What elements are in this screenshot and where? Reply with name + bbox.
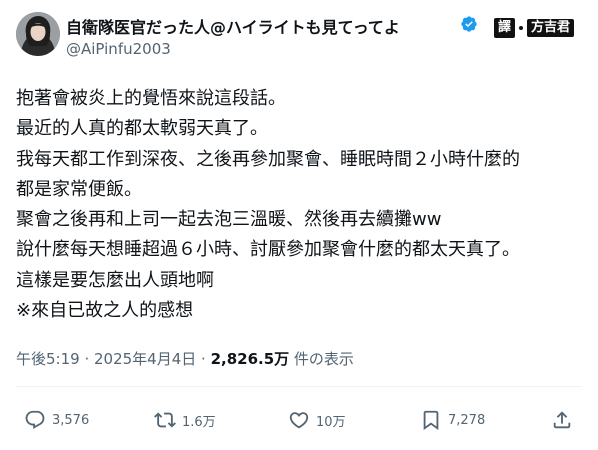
bookmark-button[interactable]: 7,278: [420, 404, 485, 436]
tweet-line: 都是家常便飯。: [16, 178, 142, 200]
tweet-line: 聚會之後再和上司一起去泡三溫暖、然後再去續攤ww: [16, 209, 442, 231]
action-bar: 3,576 1.6万 10万 7,278: [0, 404, 598, 436]
tweet-metadata: 午後5:19 · 2025年4月4日 · 2,826.5万 件の表示: [16, 348, 354, 369]
watermark-name: 方吉君: [527, 19, 575, 37]
avatar[interactable]: [16, 12, 60, 56]
tweet-line: ※來自已故之人的感想: [16, 300, 194, 322]
like-button[interactable]: 10万: [288, 404, 346, 436]
watermark-separator: [517, 24, 525, 32]
views-count: 2,826.5万: [210, 350, 290, 368]
divider: [16, 386, 582, 387]
tweet-line: 說什麼每天想睡超過６小時、討厭參加聚會什麼的都太天真了。: [16, 239, 520, 261]
author-handle[interactable]: @AiPinfu2003: [66, 40, 171, 58]
bookmark-count: 7,278: [448, 412, 486, 428]
tweet-line: 這樣是要怎麼出人頭地啊: [16, 269, 214, 291]
reply-icon: [25, 410, 45, 429]
bookmark-icon: [423, 410, 439, 431]
views-label: 件の表示: [289, 350, 354, 368]
like-count: 10万: [316, 414, 346, 430]
tweet-line: 最近的人真的都太軟弱天真了。: [16, 118, 268, 140]
reply-button[interactable]: 3,576: [24, 404, 89, 436]
reply-count: 3,576: [52, 412, 90, 428]
retweet-count: 1.6万: [182, 414, 216, 430]
tweet-text: 抱著會被炎上的覺悟來說這段話。 最近的人真的都太軟弱天真了。 我每天都工作到深夜…: [16, 84, 586, 326]
share-button[interactable]: [551, 404, 573, 436]
tweet-card: 自衛隊医官だった人@ハイライトも見てってよ @AiPinfu2003 譯 方吉君…: [0, 0, 598, 450]
timestamp[interactable]: 午後5:19 · 2025年4月4日 ·: [16, 350, 211, 368]
verified-badge-icon: [461, 16, 477, 32]
share-icon: [553, 411, 571, 429]
watermark-badge: 譯: [494, 18, 516, 38]
heart-icon: [289, 412, 309, 429]
tweet-line: 我每天都工作到深夜、之後再參加聚會、睡眠時間２小時什麼的: [16, 148, 520, 170]
translator-watermark: 譯 方吉君: [494, 18, 575, 38]
author-display-name[interactable]: 自衛隊医官だった人@ハイライトも見てってよ: [66, 14, 400, 38]
tweet-line: 抱著會被炎上的覺悟來說這段話。: [16, 88, 286, 109]
retweet-button[interactable]: 1.6万: [154, 404, 216, 436]
retweet-icon: [154, 412, 176, 428]
